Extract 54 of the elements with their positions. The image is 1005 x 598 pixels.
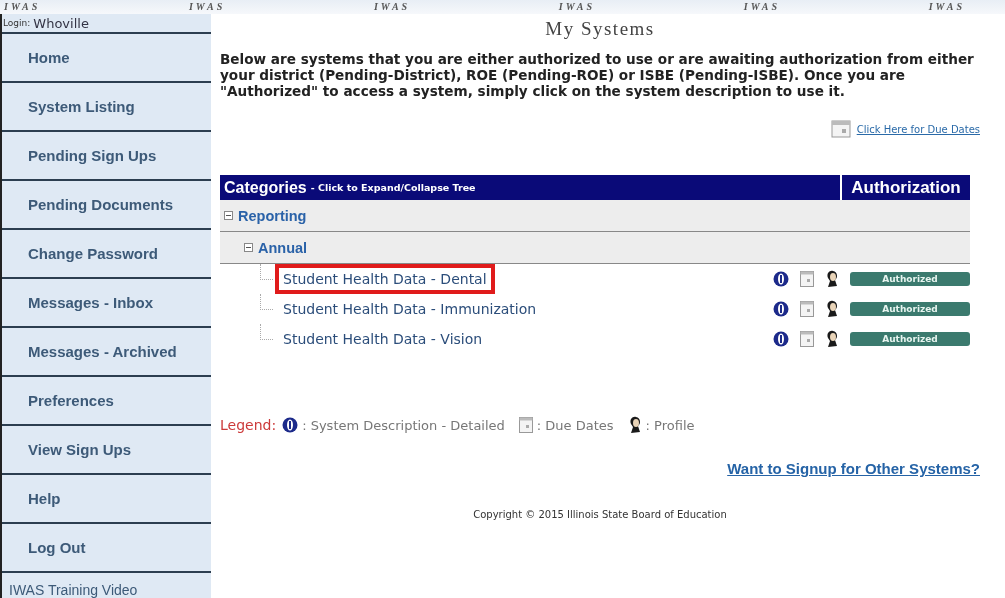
calendar-icon [518, 417, 533, 433]
category-link[interactable]: Annual [258, 239, 308, 256]
sidebar-item[interactable]: View Sign Ups [2, 426, 211, 475]
system-link[interactable]: Student Health Data - Dental [275, 264, 495, 294]
sidebar-item[interactable]: Preferences [2, 377, 211, 426]
person-icon[interactable] [825, 330, 839, 348]
login-user: Whoville [33, 15, 89, 31]
page-title: My Systems [544, 17, 656, 41]
sidebar-item[interactable]: System Listing [2, 83, 211, 132]
header-hint: - Click to Expand/Collapse Tree [310, 182, 476, 193]
sidebar-item[interactable]: IWAS Training Video [2, 573, 211, 598]
legend-label: Legend: [220, 417, 277, 433]
collapse-icon[interactable] [224, 211, 233, 220]
sidebar-item[interactable]: Pending Sign Ups [2, 132, 211, 181]
signup-link[interactable]: Want to Signup for Other Systems? [727, 460, 980, 477]
calendar-icon[interactable] [800, 301, 814, 317]
authorization-header: Authorization [850, 177, 962, 198]
status-badge: Authorized [850, 272, 970, 286]
system-link[interactable]: Student Health Data - Immunization [275, 294, 545, 324]
banner-logo-text: IWAS [4, 0, 41, 14]
intro-text: Below are systems that you are either authorized to use or are awaiting authorization from either your district (Pending-District), ROE (Pending-ROE) or ISBE (Pending-ISBE). Once you are "Authorized" to access a system, simply click on the system description to use it. [220, 51, 975, 99]
sidebar-item[interactable]: Log Out [2, 524, 211, 573]
collapse-icon[interactable] [244, 243, 253, 252]
sidebar-item[interactable]: Home [2, 34, 211, 83]
legend-text: : System Description - Detailed [302, 417, 505, 433]
sidebar-item[interactable]: Change Password [2, 230, 211, 279]
sidebar-item[interactable]: Messages - Inbox [2, 279, 211, 328]
person-icon[interactable] [825, 300, 839, 318]
copyright-text: Copyright © 2015 Illinois State Board of Education [472, 509, 728, 520]
info-icon [282, 417, 299, 433]
category-link[interactable]: Reporting [238, 207, 307, 224]
legend-text: : Due Dates [536, 417, 614, 433]
calendar-icon[interactable] [800, 271, 814, 287]
login-label: Login: [3, 18, 31, 28]
info-icon[interactable] [773, 331, 789, 347]
sidebar-item[interactable]: Pending Documents [2, 181, 211, 230]
banner-logo-text: IWAS [558, 0, 596, 14]
banner-logo-text: IWAS [928, 0, 965, 14]
info-icon[interactable] [773, 301, 789, 317]
status-badge: Authorized [850, 302, 970, 316]
due-dates-link[interactable]: Click Here for Due Dates [856, 123, 980, 135]
banner-logo-text: IWAS [373, 0, 411, 14]
calendar-icon [830, 120, 851, 138]
calendar-icon[interactable] [800, 331, 814, 347]
person-icon[interactable] [825, 270, 839, 288]
status-badge: Authorized [850, 332, 970, 346]
legend-text: : Profile [645, 417, 695, 433]
sidebar-item[interactable]: Help [2, 475, 211, 524]
sidebar-item[interactable]: Messages - Archived [2, 328, 211, 377]
categories-header: Categories [224, 178, 307, 197]
banner-logo-text: IWAS [188, 0, 226, 14]
info-icon[interactable] [773, 271, 789, 287]
banner-logo-text: IWAS [743, 0, 781, 14]
system-link[interactable]: Student Health Data - Vision [275, 324, 491, 354]
